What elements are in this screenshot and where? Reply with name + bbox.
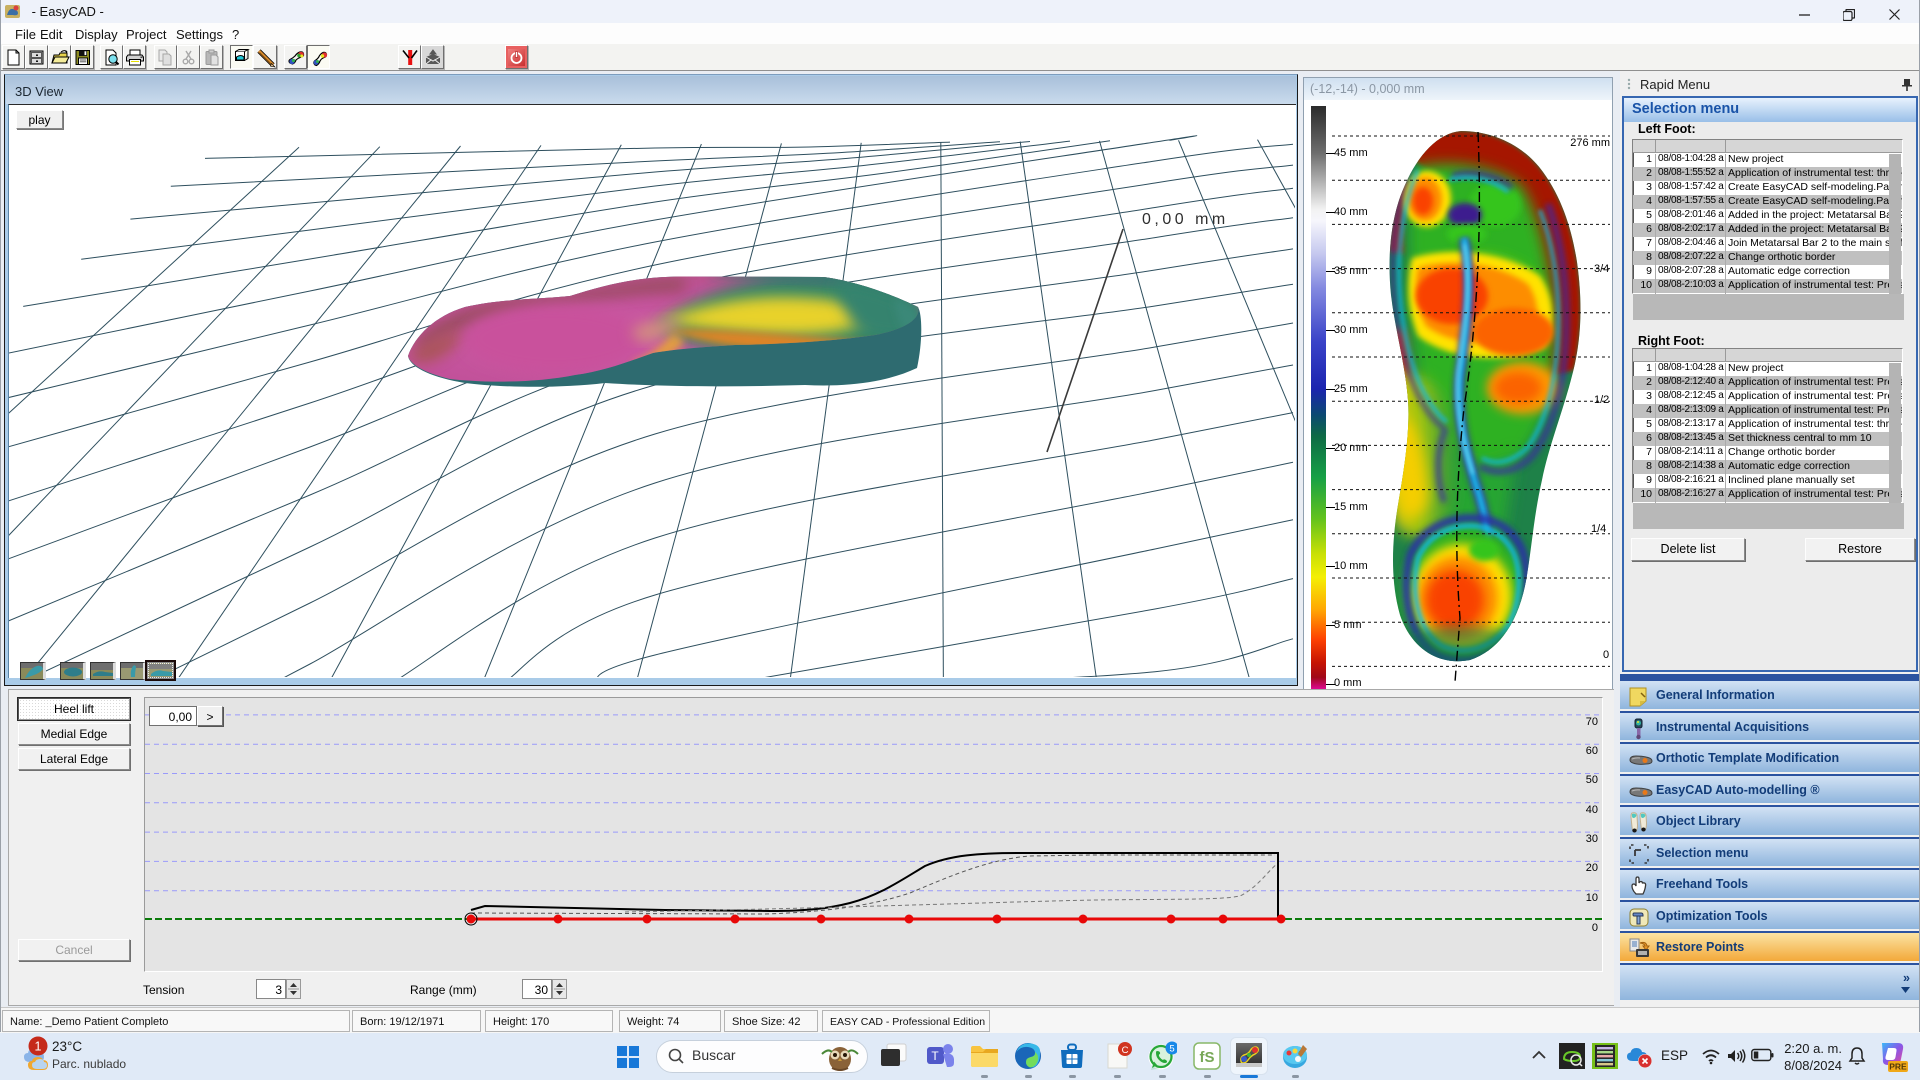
svg-text:PRE: PRE (1889, 1062, 1907, 1072)
svg-text:T: T (931, 1049, 939, 1063)
svg-text:fS: fS (1200, 1049, 1215, 1066)
svg-text:5: 5 (1169, 1044, 1174, 1055)
svg-text:C: C (1122, 1045, 1129, 1056)
svg-text:1: 1 (35, 1040, 42, 1054)
